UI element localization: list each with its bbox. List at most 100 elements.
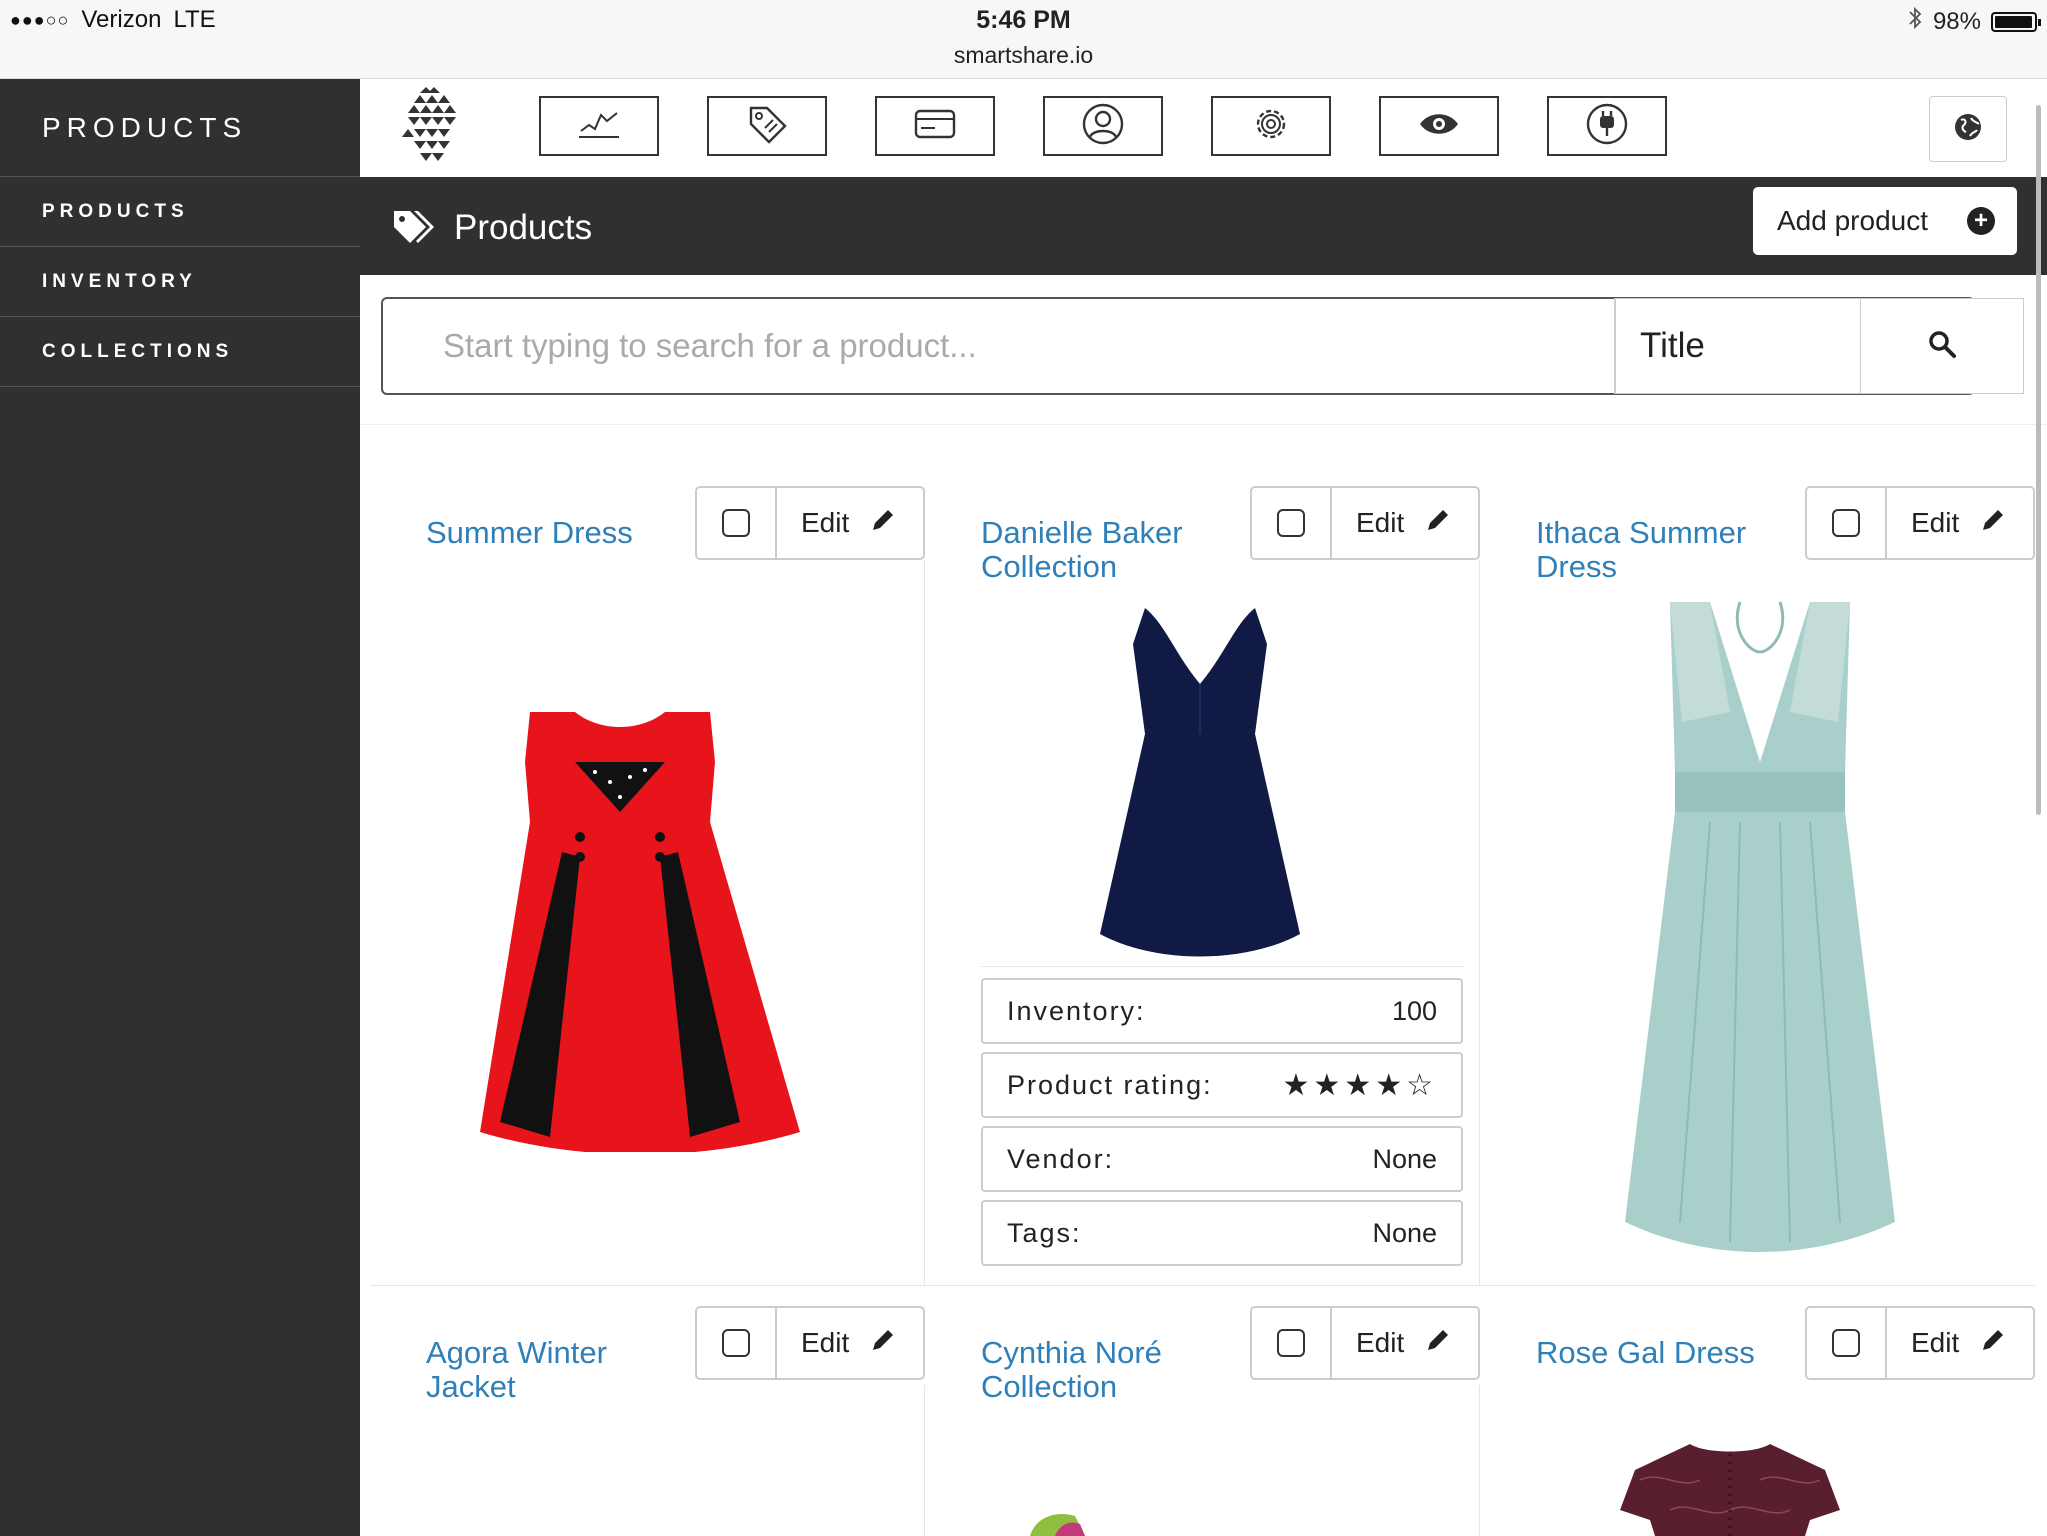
select-checkbox[interactable] — [1252, 488, 1332, 558]
globe-icon — [1953, 112, 1983, 147]
product-actions: Edit — [1250, 486, 1480, 560]
sidebar: PRODUCTS PRODUCTS INVENTORY COLLECTIONS — [0, 79, 360, 1536]
inventory-value: 100 — [1391, 995, 1437, 1026]
inventory-label: Inventory: — [1007, 995, 1146, 1026]
search-button[interactable] — [1860, 298, 2024, 394]
tags-row: Tags: None — [981, 1200, 1463, 1266]
clock: 5:46 PM — [976, 6, 1071, 34]
customers-button[interactable] — [1043, 96, 1163, 156]
edit-label: Edit — [1356, 507, 1405, 538]
battery-icon — [1991, 11, 2041, 32]
language-button[interactable] — [1929, 96, 2007, 162]
add-product-button[interactable]: Add product + — [1753, 187, 2017, 255]
edit-button[interactable]: Edit — [1887, 1308, 2033, 1378]
plus-circle-icon: + — [1967, 207, 1995, 235]
add-product-label: Add product — [1777, 205, 1928, 236]
edit-button[interactable]: Edit — [1887, 488, 2033, 558]
battery-percent: 98% — [1932, 7, 1981, 35]
pencil-icon — [1979, 1326, 2007, 1361]
product-image-partial[interactable] — [1025, 1510, 1105, 1536]
search-area: Title — [360, 275, 2047, 425]
products-button[interactable] — [707, 96, 827, 156]
product-title[interactable]: Danielle Baker Collection — [981, 516, 1241, 584]
status-bar: ●●●○○ Verizon LTE 5:46 PM smartshare.io … — [0, 0, 2047, 79]
pencil-icon — [1979, 506, 2007, 541]
product-title[interactable]: Summer Dress — [426, 516, 686, 550]
bluetooth-icon — [1907, 6, 1923, 37]
rating-row: Product rating: ★★★★☆ — [981, 1052, 1463, 1118]
app-logo[interactable] — [400, 87, 460, 167]
select-checkbox[interactable] — [1807, 1308, 1887, 1378]
sidebar-item-inventory[interactable]: INVENTORY — [0, 247, 360, 317]
product-actions: Edit — [695, 486, 925, 560]
select-checkbox[interactable] — [1252, 1308, 1332, 1378]
product-title[interactable]: Ithaca Summer Dress — [1536, 516, 1796, 584]
user-icon — [1081, 102, 1125, 151]
tags-value: None — [1372, 1217, 1437, 1248]
product-actions: Edit — [1805, 1306, 2035, 1380]
product-image-burgundy-dress[interactable] — [1610, 1440, 1850, 1536]
page-title: Products — [454, 208, 593, 247]
pencil-icon — [1424, 506, 1452, 541]
settings-button[interactable] — [1211, 96, 1331, 156]
search-field-select[interactable]: Title — [1614, 298, 1860, 394]
product-title[interactable]: Rose Gal Dress — [1536, 1336, 1796, 1370]
status-right: 98% — [1907, 6, 2041, 37]
edit-button[interactable]: Edit — [1332, 488, 1478, 558]
address-bar-url[interactable]: smartshare.io — [0, 42, 2047, 69]
select-checkbox[interactable] — [1807, 488, 1887, 558]
edit-label: Edit — [1911, 507, 1960, 538]
select-checkbox[interactable] — [697, 488, 777, 558]
inventory-row: Inventory: 100 — [981, 978, 1463, 1044]
gear-icon — [1249, 102, 1293, 151]
page-header: Products Add product + — [360, 177, 2047, 275]
integrations-button[interactable] — [1547, 96, 1667, 156]
pencil-icon — [1424, 1326, 1452, 1361]
product-card: Summer Dress Edit — [370, 476, 925, 1276]
product-card: Danielle Baker Collection Edit Inventory… — [925, 476, 1480, 1276]
product-image-navy-dress[interactable] — [1095, 604, 1305, 964]
edit-label: Edit — [1356, 1327, 1405, 1358]
pencil-icon — [869, 506, 897, 541]
product-title[interactable]: Agora Winter Jacket — [426, 1336, 686, 1404]
tag-icon — [745, 104, 789, 149]
page-scrollbar[interactable] — [2036, 105, 2041, 815]
product-card: Cynthia Noré Collection Edit — [925, 1296, 1480, 1536]
select-checkbox[interactable] — [697, 1308, 777, 1378]
credit-card-icon — [913, 108, 957, 145]
product-title[interactable]: Cynthia Noré Collection — [981, 1336, 1241, 1404]
payments-button[interactable] — [875, 96, 995, 156]
chart-icon — [577, 107, 621, 146]
row-divider — [370, 1285, 2035, 1286]
edit-label: Edit — [1911, 1327, 1960, 1358]
eye-icon — [1417, 109, 1461, 144]
rating-label: Product rating: — [1007, 1069, 1213, 1100]
edit-button[interactable]: Edit — [1332, 1308, 1478, 1378]
edit-label: Edit — [801, 507, 850, 538]
product-card: Agora Winter Jacket Edit — [370, 1296, 925, 1536]
product-card: Rose Gal Dress Edit — [1480, 1296, 2035, 1536]
search-icon — [1927, 329, 1957, 364]
top-toolbar — [360, 79, 2047, 177]
product-actions: Edit — [695, 1306, 925, 1380]
product-actions: Edit — [1805, 486, 2035, 560]
product-image-mint-dress[interactable] — [1620, 592, 1900, 1252]
product-actions: Edit — [1250, 1306, 1480, 1380]
edit-button[interactable]: Edit — [777, 488, 923, 558]
product-card: Ithaca Summer Dress Edit — [1480, 476, 2035, 1276]
analytics-button[interactable] — [539, 96, 659, 156]
product-image-red-dress[interactable] — [470, 702, 810, 1152]
edit-label: Edit — [801, 1327, 850, 1358]
preview-button[interactable] — [1379, 96, 1499, 156]
sidebar-item-collections[interactable]: COLLECTIONS — [0, 317, 360, 387]
tags-icon — [390, 207, 436, 252]
edit-button[interactable]: Edit — [777, 1308, 923, 1378]
star-rating: ★★★★☆ — [1282, 1068, 1437, 1102]
power-plug-icon — [1585, 102, 1629, 151]
pencil-icon — [869, 1326, 897, 1361]
vendor-row: Vendor: None — [981, 1126, 1463, 1192]
image-divider — [981, 966, 1463, 967]
sidebar-title: PRODUCTS — [0, 79, 360, 177]
sidebar-item-products[interactable]: PRODUCTS — [0, 177, 360, 247]
vendor-label: Vendor: — [1007, 1143, 1115, 1174]
